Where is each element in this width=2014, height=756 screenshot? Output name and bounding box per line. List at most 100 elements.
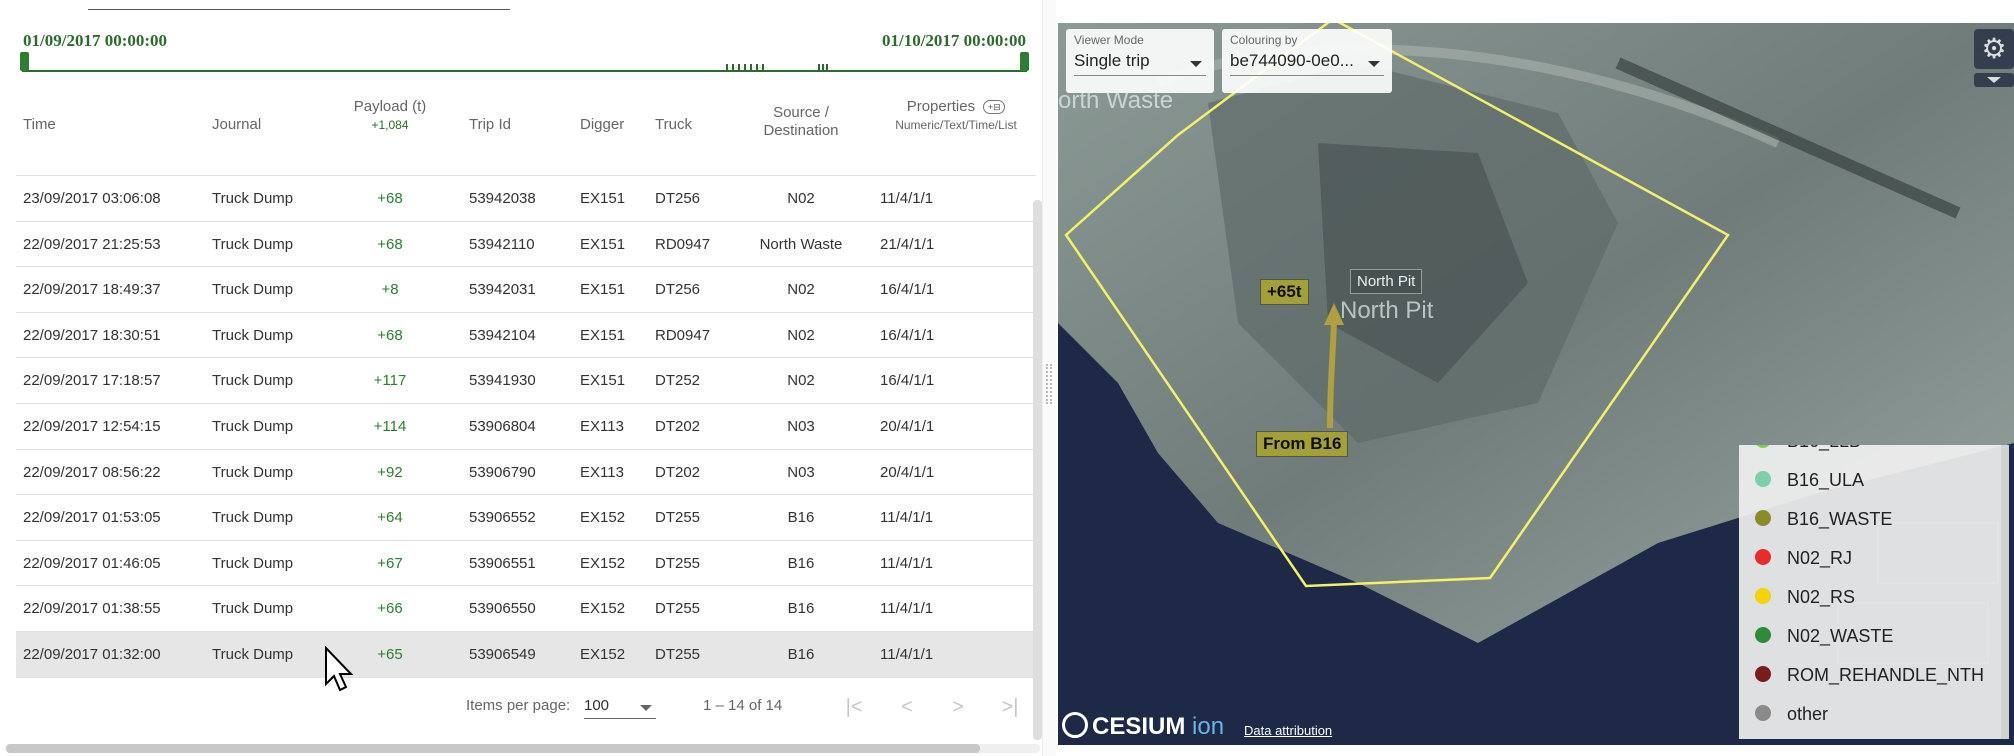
table-row[interactable]: 22/09/2017 08:56:22 Truck Dump +92 53906790… [16,450,1036,496]
table-row[interactable]: 22/09/2017 18:30:51 Truck Dump +68 53942104… [16,313,1036,359]
table-row[interactable]: 22/09/2017 01:46:05 Truck Dump +67 53906551… [16,541,1036,587]
legend-item: other [1755,704,1828,725]
table-row[interactable]: 22/09/2017 01:32:00 Truck Dump +65 53906549… [16,631,1036,678]
cell-props: 20/4/1/1 [880,463,935,481]
legend-color-dot [1755,627,1771,644]
cell-truck: DT255 [655,645,701,663]
vertical-scrollbar[interactable] [1033,200,1042,740]
pit-tag[interactable]: North Pit [1350,269,1423,294]
timeline-start-date: 01/09/2017 00:00:00 [23,31,168,50]
cell-truck: DT252 [655,372,701,390]
cell-time: 23/09/2017 03:06:08 [23,190,161,207]
legend-scrollbar[interactable] [2001,445,2009,739]
cell-props: 16/4/1/1 [880,326,935,344]
cell-props: 16/4/1/1 [880,372,935,390]
cell-payload: +68 [377,326,403,344]
items-per-page-value: 100 [584,697,610,714]
viewer-mode-select[interactable]: Viewer Mode Single trip [1066,29,1214,93]
cell-payload: +66 [377,600,403,618]
timeline-tick [762,64,764,71]
header-truck[interactable]: Truck [655,116,692,134]
timeline-track[interactable] [22,70,1027,72]
properties-subtitle: Numeric/Text/Time/List [895,118,1017,132]
table-row[interactable]: 22/09/2017 17:18:57 Truck Dump +117 5394193… [16,358,1036,404]
map-label-north-waste: orth Waste [1058,87,1174,114]
timeline-end-handle[interactable] [1020,52,1029,71]
properties-toggle-button[interactable]: +⊟ [983,100,1006,115]
cell-journal: Truck Dump [212,235,294,253]
header-properties-label: Properties [906,98,976,115]
data-attribution-link[interactable]: Data attribution [1244,723,1332,738]
cell-journal: Truck Dump [212,645,294,663]
cell-digger: EX151 [580,372,626,390]
header-source-destination[interactable]: Source / Destination [726,104,876,140]
cell-truck: DT256 [655,190,701,207]
cesium-ion-logo[interactable]: CESIUM ion [1062,711,1224,741]
payload-tag[interactable]: +65t [1260,279,1309,305]
timeline-tick [756,64,758,71]
cell-time: 22/09/2017 01:32:00 [23,645,161,663]
timeline-tick [818,64,820,71]
cell-journal: Truck Dump [212,463,294,481]
legend-color-dot [1755,445,1771,449]
timeline-tick [726,64,728,71]
table-row[interactable]: 23/09/2017 03:06:08 Truck Dump +68 53942038… [16,176,1036,222]
legend-label: N02_WASTE [1787,626,1894,646]
header-trip-id[interactable]: Trip Id [469,116,511,134]
header-digger[interactable]: Digger [580,116,624,134]
header-properties[interactable]: Properties +⊟ Numeric/Text/Time/List [876,98,1036,134]
header-payload[interactable]: Payload (t) +1,084 [316,98,464,134]
cell-time: 22/09/2017 17:18:57 [23,372,161,390]
last-page-button[interactable]: >| [996,693,1024,721]
cell-digger: EX151 [580,281,626,299]
cell-digger: EX152 [580,600,626,618]
cell-journal: Truck Dump [212,417,294,435]
table-row[interactable]: 22/09/2017 01:53:05 Truck Dump +64 53906552… [16,495,1036,541]
next-page-button[interactable]: > [944,693,972,721]
cell-time: 22/09/2017 12:54:15 [23,417,161,435]
legend-color-dot [1755,588,1771,605]
table-row[interactable]: 22/09/2017 12:54:15 Truck Dump +114 5390680… [16,404,1036,450]
colour-legend: B16_LLD B16_ULA B16_WASTE N02_RJ N02_RS N02_W… [1739,445,2009,739]
viewer-mode-label: Viewer Mode [1074,33,1144,47]
items-per-page-select[interactable]: 100 [584,697,656,719]
cell-truck: DT202 [655,463,701,481]
collapse-chevron-icon[interactable] [1974,73,2014,87]
timeline-tick [750,64,752,71]
splitter-grip-icon[interactable] [1046,364,1052,404]
table-row[interactable]: 22/09/2017 18:49:37 Truck Dump +8 53942031 E… [16,267,1036,313]
table-row[interactable]: 22/09/2017 21:25:53 Truck Dump +68 53942110… [16,222,1036,268]
map-label-north-pit: North Pit [1340,297,1434,324]
cell-trip: 53906551 [469,554,536,572]
cell-source: N02 [787,190,815,207]
cell-props: 11/4/1/1 [880,190,934,207]
previous-page-button[interactable]: < [893,693,921,721]
first-page-button[interactable]: |< [840,693,868,721]
items-per-page-label: Items per page: [466,697,571,714]
legend-item: N02_RS [1755,587,1855,608]
source-tag[interactable]: From B16 [1256,431,1349,457]
colouring-select[interactable]: Colouring by be744090-0e0... [1222,29,1392,93]
cell-trip: 53906550 [469,600,536,618]
table-row[interactable]: 22/09/2017 01:38:55 Truck Dump +66 53906550… [16,586,1036,632]
horizontal-scrollbar-thumb[interactable] [6,744,980,753]
timeline-tick [822,64,824,71]
cell-trip: 53942110 [469,235,535,253]
cell-payload: +114 [373,417,407,435]
chevron-down-icon [1368,61,1380,67]
header-time[interactable]: Time [23,116,56,134]
cell-digger: EX113 [580,417,624,435]
cell-journal: Truck Dump [212,372,294,390]
header-journal[interactable]: Journal [212,116,261,134]
top-divider [88,9,510,10]
settings-gear-icon[interactable]: ⚙ [1974,29,2014,69]
legend-label: B16_LLD [1787,445,1862,451]
timeline-start-handle[interactable] [20,52,29,71]
legend-item: N02_WASTE [1755,626,1893,647]
cell-trip: 53906549 [469,645,536,663]
map-viewer[interactable]: Viewer Mode Single trip Colouring by be7… [1058,23,2014,745]
cell-time: 22/09/2017 21:25:53 [23,235,161,253]
cell-source: N03 [787,463,815,481]
cell-digger: EX151 [580,190,626,207]
cell-journal: Truck Dump [212,509,294,527]
